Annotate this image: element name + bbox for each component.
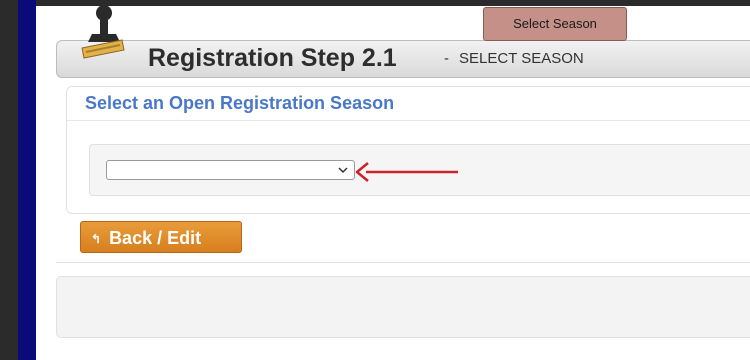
- desktop-edge: [0, 0, 18, 360]
- page-title: Registration Step 2.1: [148, 44, 397, 72]
- side-accent-bar: [18, 0, 36, 360]
- registration-page: Registration Step 2.1 - SELECT SEASON Se…: [36, 5, 750, 360]
- panel-title: Select an Open Registration Season: [85, 93, 395, 113]
- header-separator: -: [444, 50, 449, 67]
- back-edit-button[interactable]: ↰ Back / Edit: [80, 221, 242, 253]
- panel-divider: [67, 120, 750, 121]
- select-season-badge: Select Season: [483, 7, 627, 41]
- season-panel: Select an Open Registration Season: [66, 86, 750, 214]
- red-arrow-annotation: [355, 162, 458, 182]
- step-subtitle: SELECT SEASON: [459, 50, 584, 67]
- stamp-icon: [81, 5, 125, 59]
- back-arrow-icon: ↰: [91, 232, 102, 247]
- season-select[interactable]: [106, 160, 355, 180]
- section-divider: [56, 262, 750, 263]
- back-edit-label: Back / Edit: [109, 228, 202, 248]
- chevron-down-icon: [338, 167, 348, 174]
- footer-well: [56, 276, 750, 338]
